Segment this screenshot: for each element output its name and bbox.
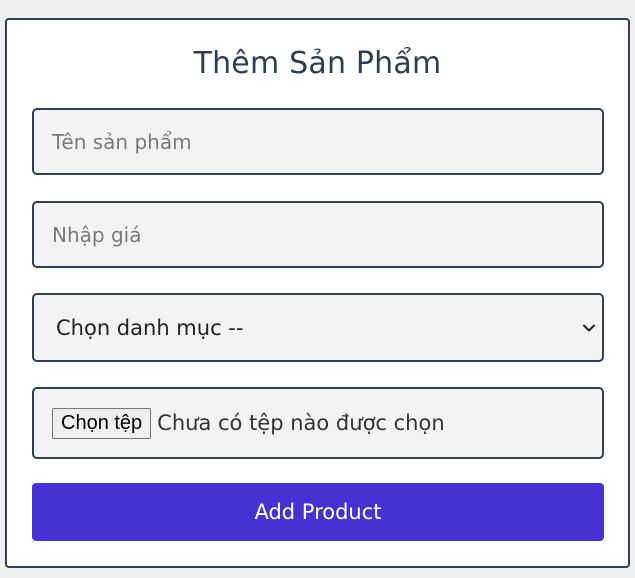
product-name-input[interactable] — [34, 110, 602, 173]
product-name-field[interactable] — [32, 108, 604, 175]
chevron-down-icon — [582, 321, 596, 335]
image-file-field: Chọn tệp Chưa có tệp nào được chọn — [32, 387, 604, 459]
add-product-card: Thêm Sản Phẩm Chọn danh mục -- Chọn tệp … — [5, 18, 630, 568]
file-status-text: Chưa có tệp nào được chọn — [157, 411, 445, 435]
page-title: Thêm Sản Phẩm — [193, 46, 442, 81]
choose-file-button[interactable]: Chọn tệp — [52, 407, 152, 439]
price-field[interactable] — [32, 201, 604, 268]
price-input[interactable] — [34, 203, 602, 266]
category-select[interactable]: Chọn danh mục -- — [32, 293, 604, 362]
add-product-button[interactable]: Add Product — [32, 483, 604, 541]
category-selected-value: Chọn danh mục -- — [56, 315, 244, 340]
